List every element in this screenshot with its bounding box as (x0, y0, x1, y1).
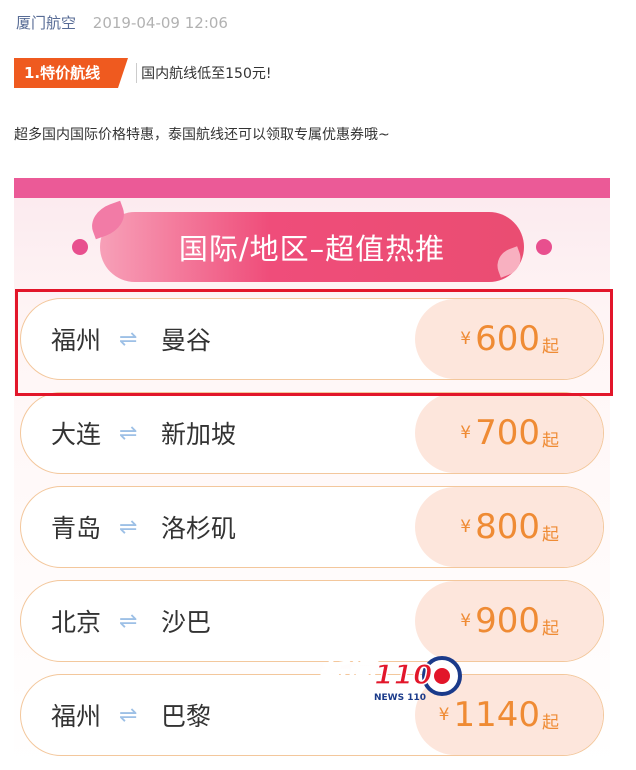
currency-symbol: ¥ (460, 517, 472, 537)
price-suffix: 起 (542, 618, 559, 639)
route-origin: 青岛 (51, 514, 102, 543)
route-card[interactable]: 青岛 ⇌ 洛杉矶 ¥ 800 起 (20, 486, 604, 568)
route-card[interactable]: 大连 ⇌ 新加坡 ¥ 700 起 (20, 392, 604, 474)
section-tagline: 1.特价航线 国内航线低至150元! (14, 58, 271, 88)
section-tag-desc: 国内航线低至150元! (136, 63, 271, 83)
route-price: ¥ 900 起 (460, 581, 559, 661)
news110-watermark-logo: 新闻110 NEWS 110 (317, 656, 462, 703)
swap-arrows-icon: ⇌ (119, 420, 138, 446)
publish-time: 2019-04-09 12:06 (92, 14, 228, 32)
route-price: ¥ 700 起 (460, 393, 559, 473)
price-value: 700 (475, 413, 540, 453)
price-suffix: 起 (542, 712, 559, 733)
currency-symbol: ¥ (460, 611, 472, 631)
price-value: 900 (475, 601, 540, 641)
route-destination: 新加坡 (161, 420, 237, 449)
route-price: ¥ 800 起 (460, 487, 559, 567)
currency-symbol: ¥ (438, 705, 450, 725)
currency-symbol: ¥ (460, 423, 472, 443)
price-value: 1140 (453, 695, 540, 735)
swap-arrows-icon: ⇌ (119, 514, 138, 540)
banner-title: 国际/地区–超值热推 (178, 232, 446, 266)
section-tag: 1.特价航线 (14, 58, 129, 88)
watermark-text: 新闻110 (318, 658, 432, 691)
route-destination: 洛杉矶 (161, 514, 237, 543)
price-suffix: 起 (542, 430, 559, 451)
decor-dot-right (536, 239, 552, 255)
promo-image: 国际/地区–超值热推 福州 ⇌ 曼谷 ¥ 600 起 大连 ⇌ 新加坡 ¥ 70… (14, 178, 610, 770)
highlight-box (15, 289, 613, 396)
swap-arrows-icon: ⇌ (119, 608, 138, 634)
route-origin: 大连 (51, 420, 102, 449)
watermark-sub: NEWS 110 (374, 693, 426, 703)
price-value: 800 (475, 507, 540, 547)
route-destination: 巴黎 (161, 702, 212, 731)
promo-banner: 国际/地区–超值热推 (100, 212, 524, 282)
route-card[interactable]: 福州 ⇌ 巴黎 ¥ 1140 起 (20, 674, 604, 756)
price-suffix: 起 (542, 524, 559, 545)
account-name-link[interactable]: 厦门航空 (16, 14, 76, 32)
route-destination: 沙巴 (161, 608, 212, 637)
route-card[interactable]: 北京 ⇌ 沙巴 ¥ 900 起 (20, 580, 604, 662)
intro-text: 超多国内国际价格特惠，泰国航线还可以领取专属优惠券哦~ (14, 127, 390, 143)
article-meta: 厦门航空 2019-04-09 12:06 (16, 12, 228, 33)
promo-top-stripe (14, 178, 610, 198)
swap-arrows-icon: ⇌ (119, 702, 138, 728)
route-origin: 北京 (51, 608, 102, 637)
route-origin: 福州 (51, 702, 102, 731)
decor-dot-left (72, 239, 88, 255)
